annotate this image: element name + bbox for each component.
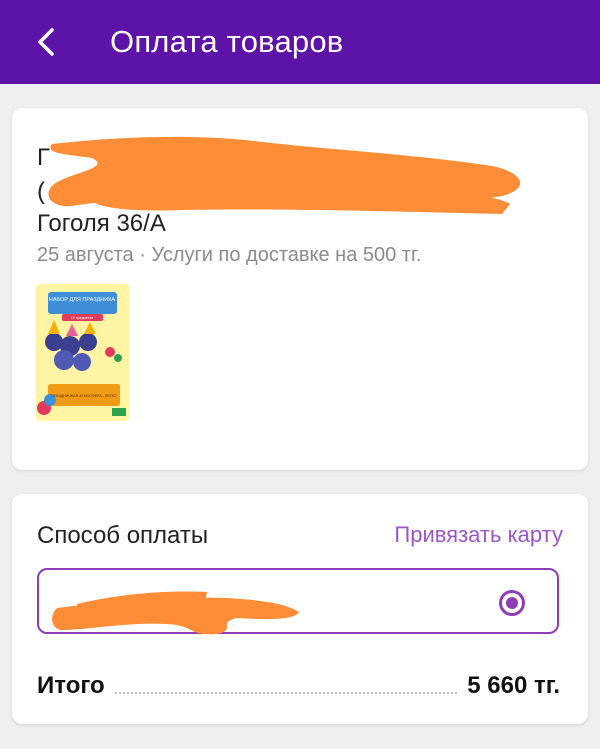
payment-radio[interactable] <box>499 590 525 616</box>
page-title: Оплата товаров <box>110 24 344 59</box>
product-image-badge: 12 предметов <box>71 316 93 320</box>
payment-method-label: Способ оплаты <box>37 522 209 549</box>
delivery-info: 25 августа · Услуги по доставке на 500 т… <box>37 244 422 266</box>
product-image-title: НАБОР ДЛЯ ПРАЗДНИКА <box>49 297 116 303</box>
back-button[interactable] <box>26 22 66 62</box>
order-card: Г ( Гоголя 36/А 25 августа · Услуги по д… <box>12 108 588 470</box>
total-leader-dots <box>114 691 458 694</box>
product-image-footer: ПРАЗДНИЧНАЯ АТМОСФЕРА - ЛЕГКО <box>52 394 117 398</box>
product-thumbnail[interactable]: НАБОР ДЛЯ ПРАЗДНИКА 12 предметов ПРАЗДНИ… <box>36 284 129 421</box>
card-redaction <box>52 591 299 635</box>
product-image: НАБОР ДЛЯ ПРАЗДНИКА 12 предметов ПРАЗДНИ… <box>36 284 129 421</box>
radio-selected-dot <box>506 597 518 609</box>
total-row: Итого 5 660 тг. <box>37 670 560 700</box>
payment-method-option[interactable] <box>37 568 559 635</box>
address-redaction <box>48 136 521 214</box>
app-bar: Оплата товаров <box>0 0 600 84</box>
total-label: Итого <box>37 672 105 699</box>
link-card-button[interactable]: Привязать карту <box>394 522 563 548</box>
total-value: 5 660 тг. <box>467 672 560 699</box>
chevron-left-icon <box>38 28 54 56</box>
payment-card: Способ оплаты Привязать карту Итого 5 66… <box>12 494 588 724</box>
